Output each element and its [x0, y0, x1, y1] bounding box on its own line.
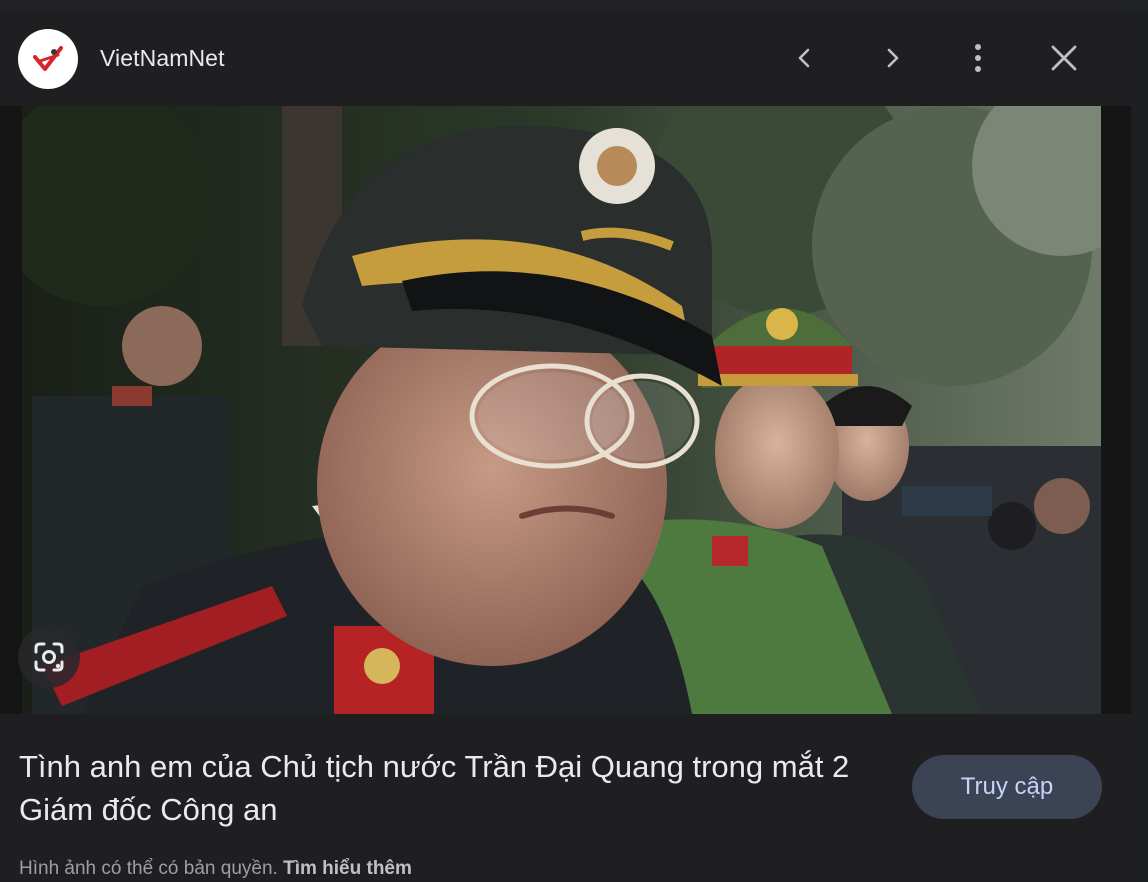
source-name[interactable]: VietNamNet: [100, 45, 225, 72]
close-icon[interactable]: [1040, 34, 1088, 82]
image-viewer-panel: VietNamNet Tình anh em của Chủ tịch nước…: [0, 12, 1131, 882]
vietnamnet-logo-icon[interactable]: [18, 29, 78, 89]
more-vert-icon[interactable]: [954, 34, 1002, 82]
viewer-header: VietNamNet: [0, 12, 1131, 106]
chevron-left-icon[interactable]: [781, 34, 829, 82]
top-strip: [0, 0, 1148, 12]
preview-photo[interactable]: [22, 106, 1101, 714]
learn-more-link[interactable]: Tìm hiểu thêm: [283, 858, 412, 879]
chevron-right-icon[interactable]: [868, 34, 916, 82]
visit-button[interactable]: Truy cập: [912, 755, 1102, 819]
result-title[interactable]: Tình anh em của Chủ tịch nước Trần Đại Q…: [19, 745, 889, 831]
copyright-text: Hình ảnh có thể có bản quyền.: [19, 858, 278, 879]
image-area: [0, 106, 1131, 714]
copyright-notice: Hình ảnh có thể có bản quyền. Tìm hiểu t…: [19, 858, 412, 880]
google-lens-icon[interactable]: [18, 626, 80, 688]
